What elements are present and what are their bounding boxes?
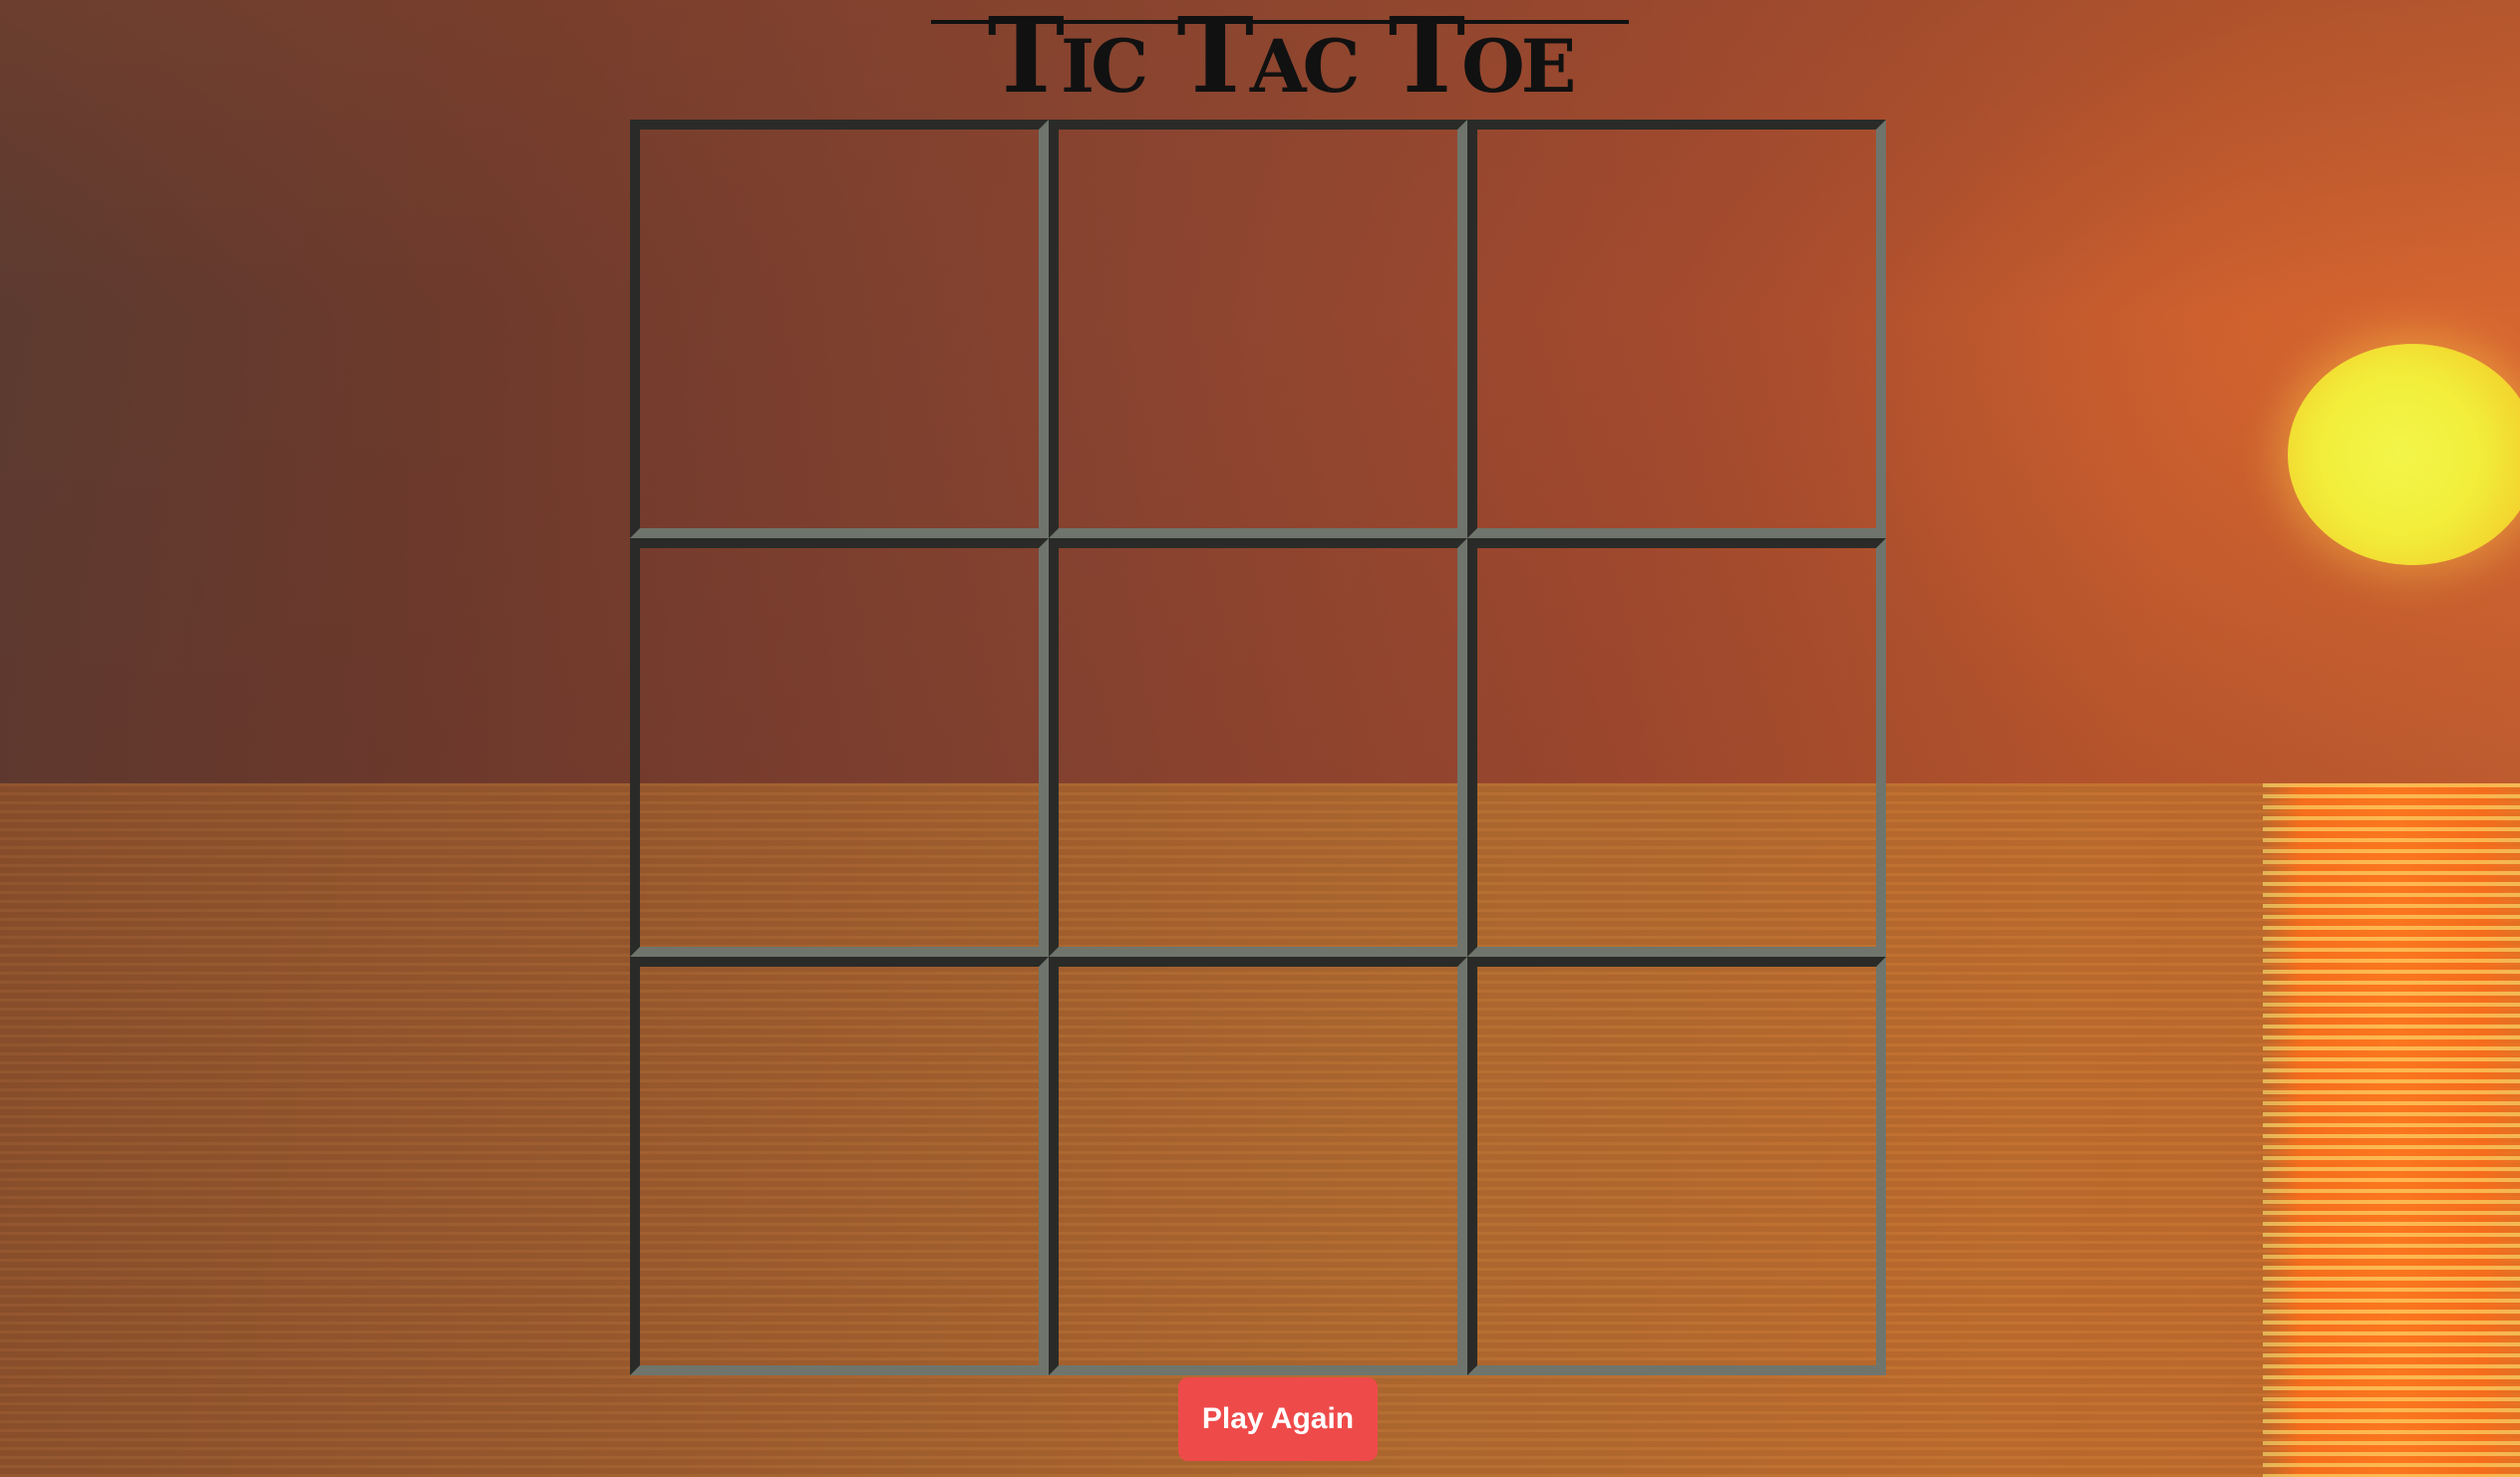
board-cell-7[interactable] (630, 957, 1049, 1375)
play-again-button[interactable]: Play Again (1178, 1377, 1378, 1461)
sun (2288, 344, 2520, 565)
board-cell-2[interactable] (1049, 120, 1467, 538)
board-cell-3[interactable] (1467, 120, 1886, 538)
game-title: Tic Tac Toe (987, 0, 1577, 117)
board-cell-9[interactable] (1467, 957, 1886, 1375)
board-cell-8[interactable] (1049, 957, 1467, 1375)
board-cell-4[interactable] (630, 538, 1049, 957)
sun-reflection (2263, 783, 2520, 1477)
board-cell-5[interactable] (1049, 538, 1467, 957)
board-cell-6[interactable] (1467, 538, 1886, 957)
board-cell-1[interactable] (630, 120, 1049, 538)
game-board (630, 120, 1886, 1377)
